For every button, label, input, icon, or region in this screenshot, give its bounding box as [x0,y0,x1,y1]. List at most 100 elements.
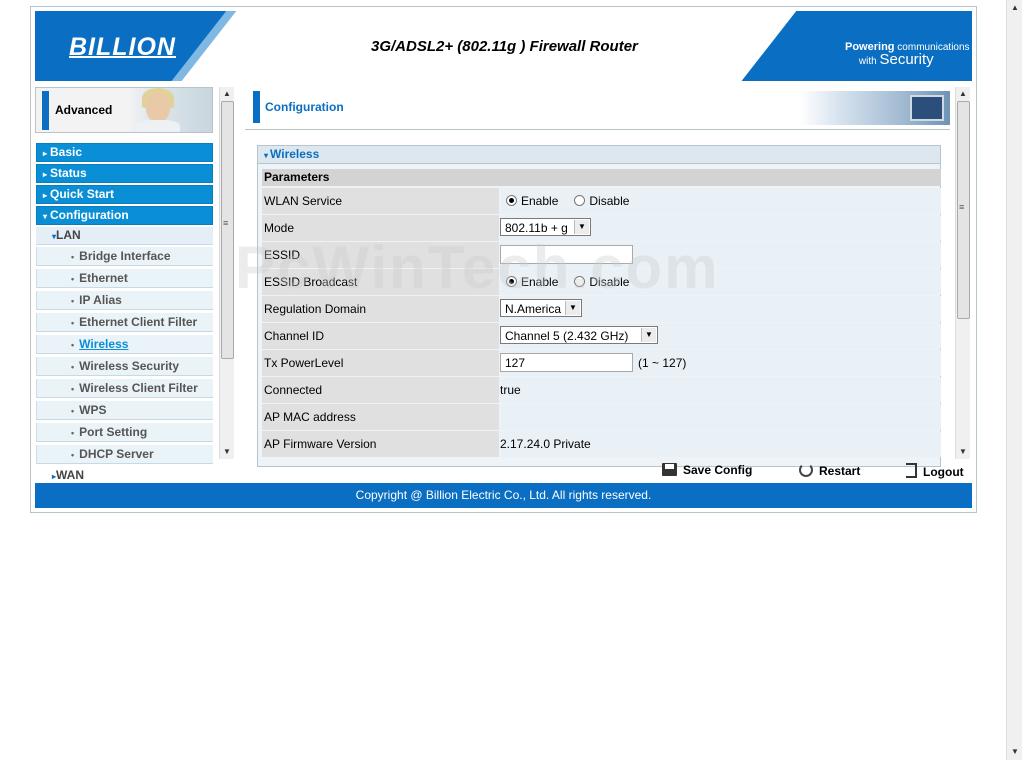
sidebar-menu: ▸ Basic ▸ Status ▸ Quick Start ▾ Configurati… [36,143,213,486]
chevron-down-icon: ▼ [565,301,580,315]
photo-body [136,120,180,132]
bullet-icon: • [71,406,75,416]
router-admin-frame: BILLION 3G/ADSL2+ (802.11g ) Firewall Ro… [30,6,977,513]
chevron-right-icon: ▸ [43,149,48,158]
navigation-scrollbar[interactable]: ▲ ≡ ▼ [219,87,234,459]
chevron-right-icon: ▸ [43,170,48,179]
chevron-down-icon: ▼ [574,220,589,234]
broadcast-enable-radio[interactable] [506,276,517,287]
scroll-thumb[interactable] [221,101,234,359]
scroll-up-icon[interactable]: ▲ [1007,0,1022,16]
section-header: Configuration [245,87,950,130]
scroll-down-icon[interactable]: ▼ [220,445,234,459]
table-row: AP MAC address [262,404,941,430]
restart-icon [799,463,813,477]
essid-input[interactable] [500,245,633,264]
channel-id-select[interactable]: Channel 5 (2.432 GHz) ▼ [500,326,658,344]
chevron-down-icon: ▼ [641,328,656,342]
sidebar-item-lan[interactable]: ▾LAN [36,227,213,245]
mode-select[interactable]: 802.11b + g ▼ [500,218,591,236]
wlan-service-label: WLAN Service [262,188,499,214]
scroll-down-icon[interactable]: ▼ [956,445,970,459]
chevron-right-icon: ▸ [43,191,48,200]
essid-broadcast-label: ESSID Broadcast [262,269,499,295]
section-title: Configuration [265,100,344,114]
tx-power-input[interactable]: 127 [500,353,633,372]
table-row: ESSID Broadcast Enable Disable [262,269,941,295]
panel-title[interactable]: ▾ Wireless [258,146,940,164]
section-accent-bar [253,91,260,123]
scroll-grip-icon: ≡ [223,218,229,228]
scroll-grip-icon: ≡ [959,202,965,212]
sidebar-item-wireless[interactable]: • Wireless [36,335,213,354]
wlan-disable-radio[interactable] [574,195,586,206]
regulation-domain-value: N.America ▼ [500,296,941,322]
connected-label: Connected [262,377,499,403]
chevron-down-icon: ▾ [264,151,269,160]
window-scrollbar[interactable]: ▲ ▼ [1006,0,1022,760]
wireless-panel: ▾ Wireless Parameters WLAN Service Enable… [257,145,941,467]
product-title: 3G/ADSL2+ (802.11g ) Firewall Router [371,38,638,55]
essid-broadcast-value: Enable Disable [500,269,941,295]
mode-label: Advanced [55,103,113,117]
sidebar-item-wireless-client-filter[interactable]: • Wireless Client Filter [36,379,213,398]
broadcast-disable-radio[interactable] [574,276,586,287]
sidebar-item-ip-alias[interactable]: • IP Alias [36,291,213,310]
mode-header: Advanced [35,87,213,133]
sidebar-item-bridge-interface[interactable]: • Bridge Interface [36,247,213,266]
table-row: AP Firmware Version 2.17.24.0 Private [262,431,941,457]
sidebar-item-configuration[interactable]: ▾ Configuration [36,206,213,225]
sidebar-item-quick-start[interactable]: ▸ Quick Start [36,185,213,204]
scroll-up-icon[interactable]: ▲ [956,87,970,101]
bullet-icon: • [71,318,75,328]
table-row: Channel ID Channel 5 (2.432 GHz) ▼ [262,323,941,349]
table-row: Mode 802.11b + g ▼ [262,215,941,241]
restart-button[interactable]: Restart [799,463,860,478]
photo-monitor [910,95,944,121]
sidebar-item-status[interactable]: ▸ Status [36,164,213,183]
bullet-icon: • [71,340,75,350]
sidebar-item-ethernet-client-filter[interactable]: • Ethernet Client Filter [36,313,213,332]
regulation-domain-select[interactable]: N.America ▼ [500,299,582,317]
essid-value [500,242,941,268]
sidebar-item-wireless-security[interactable]: • Wireless Security [36,357,213,376]
save-config-button[interactable]: Save Config [662,463,752,477]
bullet-icon: • [71,274,75,284]
scroll-up-icon[interactable]: ▲ [220,87,234,101]
sidebar-item-wps[interactable]: • WPS [36,401,213,420]
bullet-icon: • [71,428,75,438]
copyright-footer: Copyright @ Billion Electric Co., Ltd. A… [35,483,972,508]
wlan-service-value: Enable Disable [500,188,941,214]
bullet-icon: • [71,362,75,372]
sidebar-item-wan[interactable]: ▸WAN [36,467,213,484]
logout-button[interactable]: Logout [906,463,964,479]
brand-logo: BILLION [69,33,176,61]
essid-label: ESSID [262,242,499,268]
sidebar-item-port-setting[interactable]: • Port Setting [36,423,213,442]
tx-power-label: Tx PowerLevel [262,350,499,376]
table-row: Regulation Domain N.America ▼ [262,296,941,322]
sidebar-item-ethernet[interactable]: • Ethernet [36,269,213,288]
ap-firmware-label: AP Firmware Version [262,431,499,457]
sidebar-item-basic[interactable]: ▸ Basic [36,143,213,162]
parameters-header: Parameters [262,169,941,186]
channel-id-value: Channel 5 (2.432 GHz) ▼ [500,323,941,349]
wlan-enable-radio[interactable] [506,195,517,206]
ap-firmware-value: 2.17.24.0 Private [500,431,941,457]
bullet-icon: • [71,296,75,306]
sidebar-item-dhcp-server[interactable]: • DHCP Server [36,445,213,464]
scroll-down-icon[interactable]: ▼ [1007,744,1022,760]
mode-accent-bar [42,91,49,130]
bullet-icon: • [71,384,75,394]
brand-tagline: Powering communications with Security [845,41,970,68]
connected-value: true [500,377,941,403]
table-row: Connected true [262,377,941,403]
table-row: Tx PowerLevel 127 (1 ~ 127) [262,350,941,376]
table-row: WLAN Service Enable Disable [262,188,941,214]
content-scrollbar[interactable]: ▲ ≡ ▼ [955,87,970,459]
bullet-icon: • [71,252,75,262]
ap-mac-value [500,404,941,430]
parameters-table: WLAN Service Enable Disable Mode 802.11b… [262,188,941,458]
navigation-frame: Advanced ▸ Basic ▸ Status ▸ Quick Start ▾ Co… [35,87,231,484]
logout-icon [906,463,917,478]
